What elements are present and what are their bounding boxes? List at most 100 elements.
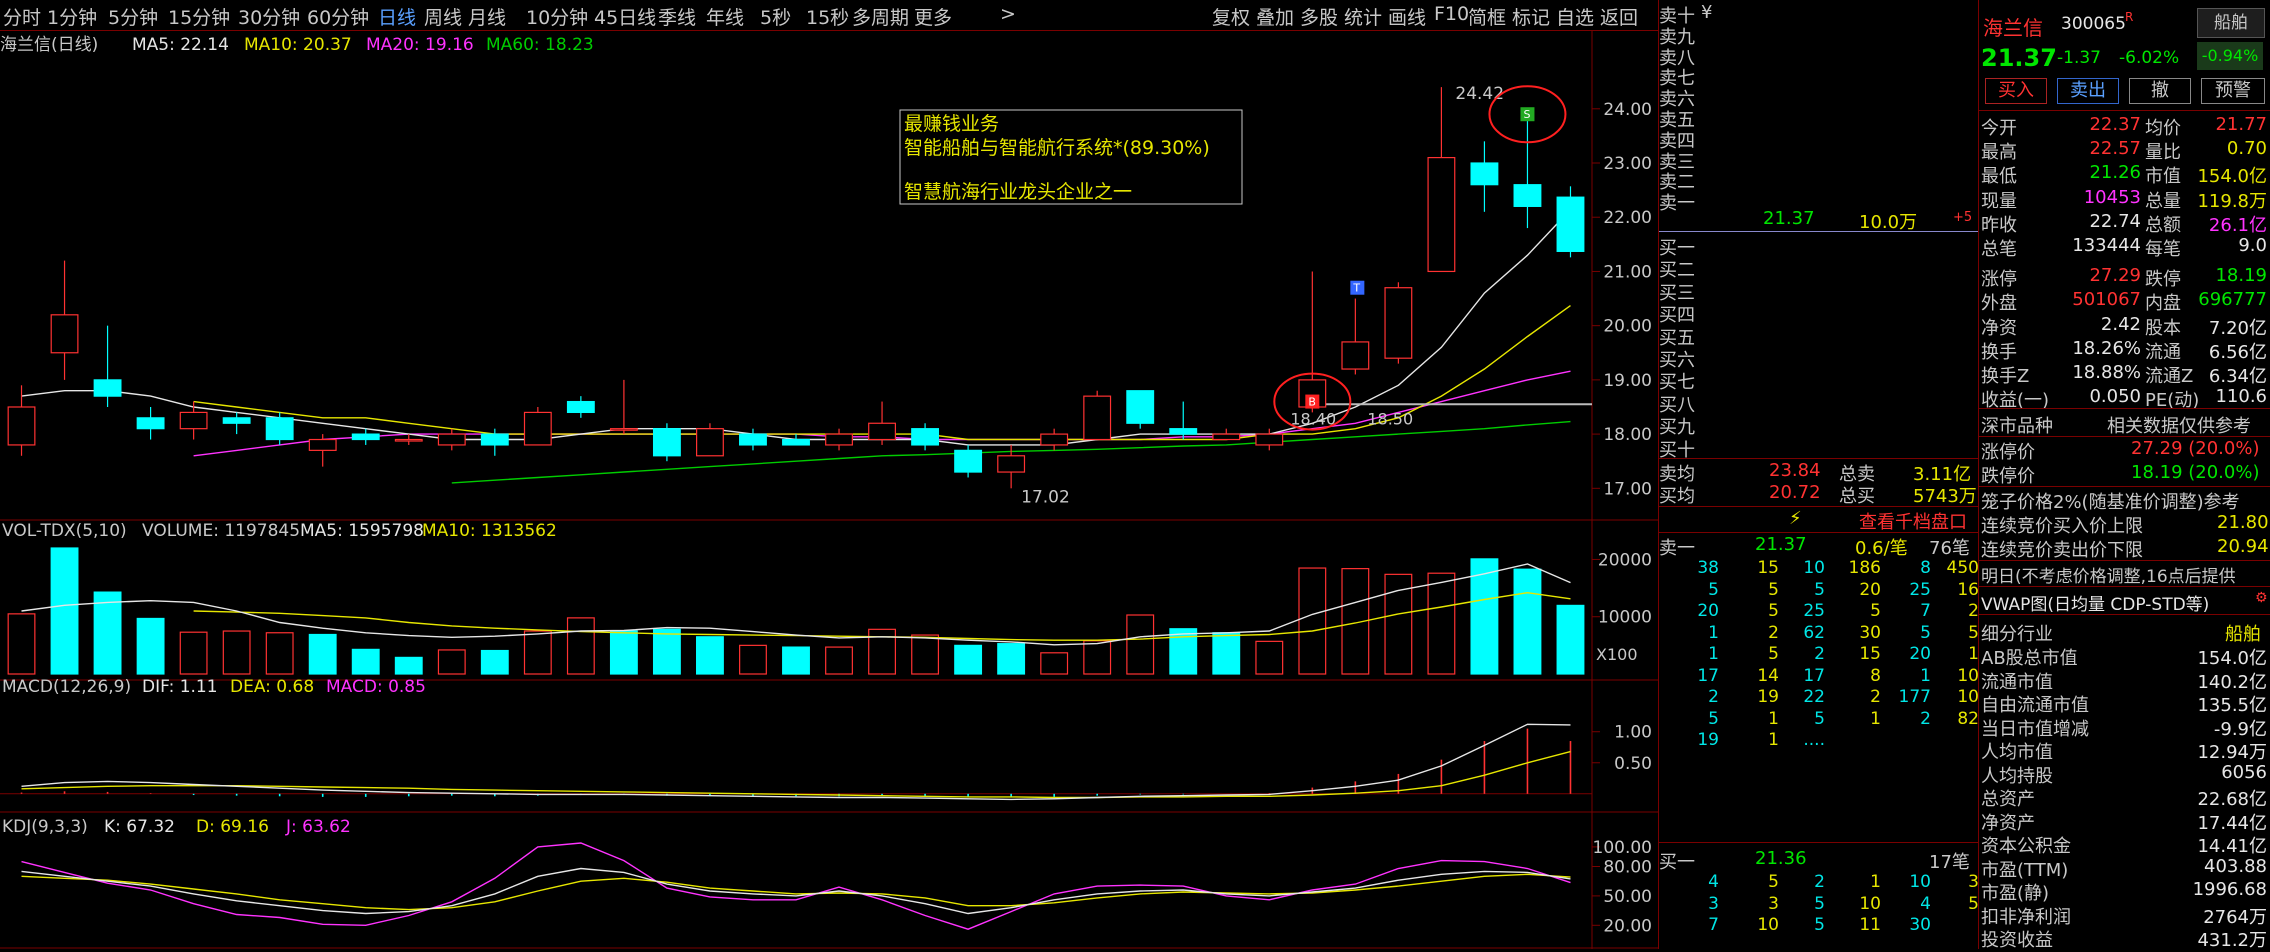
low-price-label: 17.02 bbox=[1021, 487, 1070, 507]
tab-7[interactable]: 周线 bbox=[424, 3, 462, 30]
quote-label: 流通 bbox=[2145, 341, 2181, 363]
kdj_panel-tick-label-2: 50.00 bbox=[1603, 887, 1652, 907]
queue-cell: 450 bbox=[1946, 558, 1979, 578]
toolbar-8[interactable]: 自选 bbox=[1556, 3, 1594, 30]
tab-16[interactable]: 更多 bbox=[914, 3, 952, 30]
candle-body-18 bbox=[782, 438, 810, 446]
volume-bar-8 bbox=[351, 648, 380, 675]
toolbar-7[interactable]: 标记 bbox=[1512, 3, 1550, 30]
kdj_panel-tick-label-0: 100.00 bbox=[1593, 838, 1652, 858]
macd_panel-tick-label-1: 0.50 bbox=[1614, 754, 1652, 774]
tab-3[interactable]: 15分钟 bbox=[168, 3, 230, 30]
volume-bar-29 bbox=[1255, 640, 1284, 675]
toolbar-0[interactable]: 复权 bbox=[1212, 3, 1250, 30]
candle-body-16 bbox=[696, 428, 724, 457]
alert-button[interactable]: 预警 bbox=[2201, 78, 2265, 104]
buy-button[interactable]: 买入 bbox=[1985, 78, 2047, 104]
sell-marker-text: S bbox=[1523, 108, 1530, 121]
sell-button[interactable]: 卖出 bbox=[2057, 78, 2119, 104]
toolbar-9[interactable]: 返回 bbox=[1600, 3, 1638, 30]
tab-14[interactable]: 15秒 bbox=[806, 3, 849, 30]
dea-line bbox=[21, 750, 1571, 799]
queue-cell: 1 bbox=[1768, 730, 1779, 750]
tab-5[interactable]: 60分钟 bbox=[307, 3, 369, 30]
candle-body-13 bbox=[566, 400, 595, 414]
queue-cell: 186 bbox=[1848, 558, 1881, 578]
kdj-d-line bbox=[21, 873, 1571, 911]
thousand-level-link[interactable]: 查看千档盘口 bbox=[1859, 508, 1967, 534]
quote-value: 21.77 bbox=[2215, 114, 2267, 135]
stat-value: 403.88 bbox=[2204, 855, 2267, 877]
tab-4[interactable]: 30分钟 bbox=[238, 3, 300, 30]
macd-panel-header: MACD(12,26,9) DIF: 1.11 DEA: 0.68 MACD: … bbox=[2, 677, 426, 697]
ma5-label: MA5: 22.14 bbox=[132, 35, 229, 55]
tab-6[interactable]: 日线 bbox=[378, 3, 416, 30]
dif-line bbox=[21, 723, 1571, 801]
queue-cell: 5 bbox=[1768, 872, 1779, 892]
queue-cell: 20 bbox=[1909, 644, 1931, 664]
lightning-icon: ⚡ bbox=[1789, 508, 1802, 529]
sell1-price: 21.37 bbox=[1755, 534, 1807, 555]
level-label-a: 18.40 bbox=[1290, 409, 1336, 428]
tab-2[interactable]: 5分钟 bbox=[108, 3, 158, 30]
queue-cell: 4 bbox=[1708, 872, 1719, 892]
toolbar-4[interactable]: 画线 bbox=[1388, 3, 1426, 30]
toolbar-3[interactable]: 统计 bbox=[1344, 3, 1382, 30]
queue-cell: 1 bbox=[1768, 708, 1779, 729]
tab-8[interactable]: 月线 bbox=[468, 3, 506, 30]
volume-bar-30 bbox=[1298, 567, 1327, 675]
volume-bar-2 bbox=[93, 591, 122, 675]
tab-0[interactable]: 分时 bbox=[3, 3, 41, 30]
vol_panel-tick-label-1: 10000 bbox=[1598, 608, 1652, 628]
volume-bar-15 bbox=[652, 628, 681, 675]
kline-chart-area[interactable]: 海兰信(日线) MA5: 22.14 MA10: 20.37 MA20: 19.… bbox=[0, 30, 1658, 949]
queue-cell: 1 bbox=[1870, 872, 1881, 892]
price-panel-header: 海兰信(日线) MA5: 22.14 MA10: 20.37 MA20: 19.… bbox=[0, 35, 594, 55]
candle-body-24 bbox=[1040, 433, 1069, 446]
tab-11[interactable]: 季线 bbox=[658, 3, 696, 30]
candle-body-17 bbox=[739, 433, 767, 446]
kdj-panel-header: KDJ(9,3,3) K: 67.32 D: 69.16 J: 63.62 bbox=[2, 817, 351, 837]
candle-body-35 bbox=[1513, 184, 1542, 207]
chevron-right-icon[interactable]: > bbox=[1000, 3, 1016, 25]
tab-13[interactable]: 5秒 bbox=[760, 3, 791, 30]
tab-1[interactable]: 1分钟 bbox=[47, 3, 97, 30]
candle-body-4 bbox=[179, 411, 208, 430]
quote-value: 22.74 bbox=[2089, 210, 2141, 232]
stat-label: 当日市值增减 bbox=[1981, 718, 2089, 740]
cancel-order-button[interactable]: 撤 bbox=[2129, 78, 2191, 104]
note-line-3: 智慧航海行业龙头企业之一 bbox=[904, 181, 1132, 203]
queue-cell: 15 bbox=[1859, 644, 1881, 664]
tab-12[interactable]: 年线 bbox=[706, 3, 744, 30]
tab-9[interactable]: 10分钟 bbox=[526, 3, 588, 30]
industry-tag[interactable]: 船舶 bbox=[2197, 8, 2265, 38]
queue-cell: 10 bbox=[1957, 665, 1979, 686]
queue-cell: 3 bbox=[1968, 872, 1979, 892]
candle-body-11 bbox=[480, 433, 509, 446]
volume-bar-0 bbox=[7, 613, 36, 675]
toolbar-2[interactable]: 多股 bbox=[1300, 3, 1338, 30]
queue-cell: 17 bbox=[1803, 665, 1825, 686]
candle-body-1 bbox=[50, 314, 79, 354]
candle-body-14 bbox=[609, 428, 638, 431]
stat-label: 人均持股 bbox=[1981, 765, 2053, 787]
rzrq-badge: R bbox=[2125, 10, 2134, 24]
queue-cell: 2 bbox=[1814, 872, 1825, 892]
settings-icon[interactable]: ⚙ bbox=[2255, 590, 2268, 606]
quote-label: 现量 bbox=[1981, 190, 2017, 212]
candle-body-0 bbox=[7, 406, 36, 446]
queue-cell: 5 bbox=[1968, 893, 1979, 914]
toolbar-5[interactable]: F10 bbox=[1434, 3, 1469, 25]
queue-cell: 5 bbox=[1768, 579, 1779, 600]
queue-cell: 19 bbox=[1757, 687, 1779, 707]
queue-cell: 5 bbox=[1968, 622, 1979, 643]
queue-cell: 62 bbox=[1803, 622, 1825, 643]
volume-ma5-line bbox=[21, 563, 1571, 646]
vwap-label[interactable]: VWAP图(日均量 CDP-STD等) bbox=[1981, 590, 2209, 615]
tab-10[interactable]: 45日线 bbox=[594, 3, 656, 30]
quote-label: 涨停 bbox=[1981, 269, 2017, 291]
toolbar-6[interactable]: 简框 bbox=[1468, 3, 1506, 30]
tab-15[interactable]: 多周期 bbox=[852, 3, 909, 30]
ma20-label: MA20: 19.16 bbox=[366, 35, 474, 55]
toolbar-1[interactable]: 叠加 bbox=[1256, 3, 1294, 30]
